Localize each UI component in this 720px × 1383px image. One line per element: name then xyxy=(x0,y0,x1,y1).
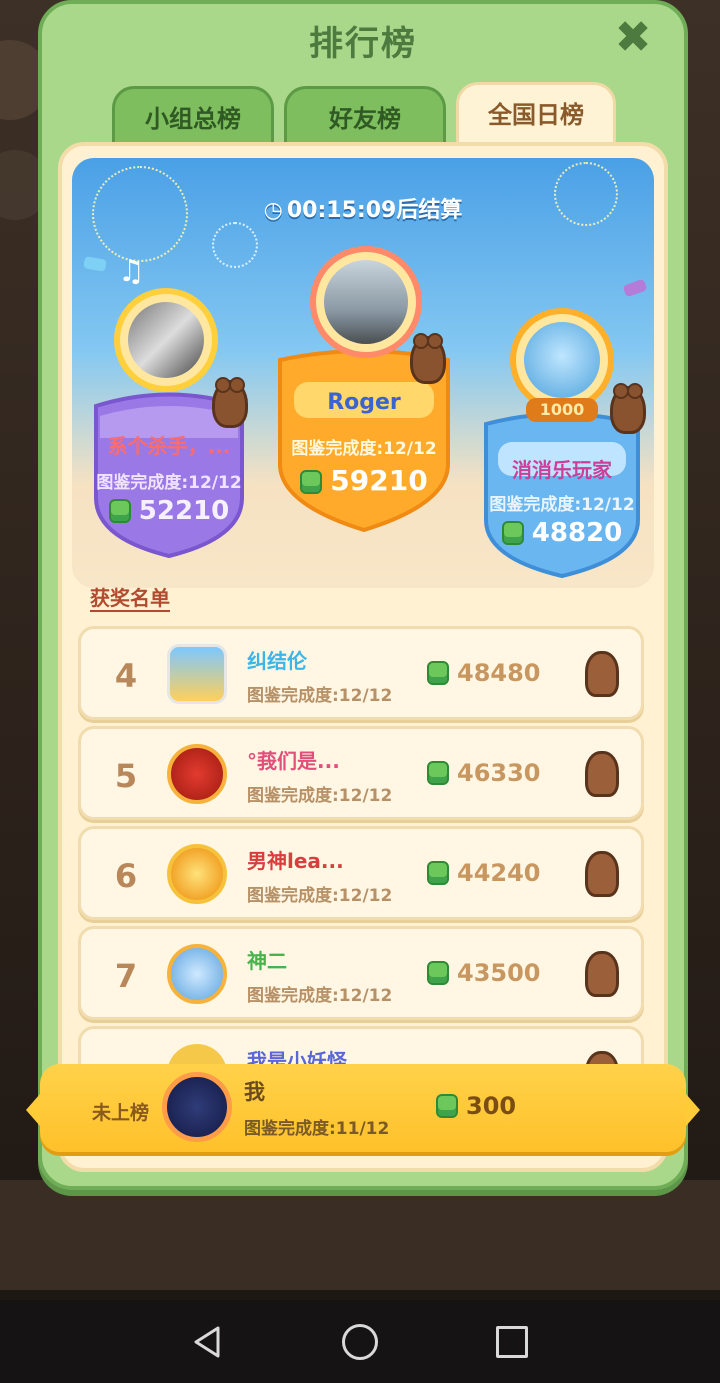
avatar xyxy=(167,744,227,804)
bear-reward-icon xyxy=(585,751,619,797)
firework-decoration xyxy=(212,222,258,268)
podium-third[interactable]: 1000 消消乐玩家 图鉴完成度:12/12 48820 xyxy=(476,308,648,578)
tab-friends[interactable]: 好友榜 xyxy=(284,86,446,148)
rank-number: 6 xyxy=(114,857,138,895)
player-score: 48480 xyxy=(427,659,541,687)
bear-reward-icon xyxy=(585,651,619,697)
podium-score: 59210 xyxy=(272,464,456,497)
clock-icon: ◷ xyxy=(263,198,283,223)
awards-list-title: 获奖名单 xyxy=(90,586,170,610)
ranking-list[interactable]: 4 纠结伦 图鉴完成度:12/12 48480 5 °莪们是... 图鉴完成度:… xyxy=(78,626,644,1066)
tab-bar: 小组总榜 好友榜 全国日榜 xyxy=(112,82,622,148)
podium-score: 48820 xyxy=(476,518,648,548)
panel-title: 排行榜 xyxy=(309,24,417,64)
gem-icon xyxy=(108,499,131,523)
avatar xyxy=(167,944,227,1004)
avatar xyxy=(310,246,422,358)
music-note-icon: ♫ xyxy=(118,254,145,289)
gem-icon xyxy=(427,961,449,985)
gem-icon xyxy=(427,661,449,685)
podium-score-value: 52210 xyxy=(138,496,230,526)
settlement-timer: ◷ 00:15:09后结算 xyxy=(72,192,654,224)
rank-number: 5 xyxy=(114,757,138,795)
bear-badge-icon xyxy=(610,383,646,434)
podium-progress: 图鉴完成度:12/12 xyxy=(291,439,437,459)
ranking-row[interactable]: 4 纠结伦 图鉴完成度:12/12 48480 xyxy=(78,626,644,720)
podium-score: 52210 xyxy=(86,496,252,526)
gem-icon xyxy=(427,861,449,885)
my-name: 我 xyxy=(244,1080,265,1104)
rank-number: 4 xyxy=(114,657,138,695)
podium-area: ♫ ◷ 00:15:09后结算 系个杀手，... 图鉴完成度:12/12 5221… xyxy=(72,158,654,588)
player-name: 我是小妖怪... xyxy=(247,1049,370,1066)
ranking-row[interactable]: 我是小妖怪... xyxy=(78,1026,644,1066)
player-name: 神二 xyxy=(247,949,287,973)
ranking-row[interactable]: 5 °莪们是... 图鉴完成度:12/12 46330 xyxy=(78,726,644,820)
player-progress: 图鉴完成度:12/12 xyxy=(247,886,393,906)
rank-number: 7 xyxy=(114,957,138,995)
podium-first[interactable]: Roger 图鉴完成度:12/12 59210 xyxy=(272,242,456,532)
player-progress: 图鉴完成度:12/12 xyxy=(247,786,393,806)
bear-badge-icon xyxy=(212,377,248,428)
bear-badge-icon xyxy=(410,333,446,384)
avatar xyxy=(167,844,227,904)
player-progress: 图鉴完成度:12/12 xyxy=(247,686,393,706)
ranking-row[interactable]: 6 男神lea... 图鉴完成度:12/12 44240 xyxy=(78,826,644,920)
my-progress: 图鉴完成度:11/12 xyxy=(244,1119,390,1139)
gem-icon xyxy=(300,470,323,494)
confetti-decoration xyxy=(622,278,648,298)
my-score: 300 xyxy=(436,1092,516,1120)
my-score-value: 300 xyxy=(466,1092,517,1120)
avatar xyxy=(167,644,227,704)
player-name: 纠结伦 xyxy=(247,649,307,673)
ranking-row[interactable]: 7 神二 图鉴完成度:12/12 43500 xyxy=(78,926,644,1020)
player-score: 46330 xyxy=(427,759,541,787)
player-name: 男神lea... xyxy=(247,849,344,873)
tab-group-total[interactable]: 小组总榜 xyxy=(112,86,274,148)
my-status: 未上榜 xyxy=(92,1102,150,1124)
home-circle-icon[interactable] xyxy=(342,1324,378,1360)
gem-icon xyxy=(427,761,449,785)
podium-score-value: 59210 xyxy=(330,464,428,497)
player-score: 43500 xyxy=(427,959,541,987)
avatar xyxy=(510,308,614,412)
system-navigation-bar xyxy=(0,1300,720,1383)
back-triangle-icon[interactable] xyxy=(188,1322,228,1362)
podium-progress: 图鉴完成度:12/12 xyxy=(96,473,242,493)
player-score-value: 46330 xyxy=(457,759,541,787)
level-badge: 1000 xyxy=(526,398,598,422)
tab-national-daily[interactable]: 全国日榜 xyxy=(456,82,616,148)
bear-reward-icon xyxy=(585,851,619,897)
close-icon[interactable]: ✖ xyxy=(612,16,654,60)
timer-text: 00:15:09后结算 xyxy=(286,198,463,223)
my-ranking-row[interactable]: 未上榜 我 图鉴完成度:11/12 300 xyxy=(26,1064,700,1152)
player-name: °莪们是... xyxy=(247,749,340,773)
background-floor xyxy=(0,1180,720,1290)
player-score-value: 44240 xyxy=(457,859,541,887)
leaderboard-content: ♫ ◷ 00:15:09后结算 系个杀手，... 图鉴完成度:12/12 5221… xyxy=(58,142,668,1172)
podium-second[interactable]: 系个杀手，... 图鉴完成度:12/12 52210 xyxy=(86,288,252,558)
podium-name: 消消乐玩家 xyxy=(512,458,612,482)
recent-square-icon[interactable] xyxy=(496,1326,528,1358)
gem-icon xyxy=(436,1094,458,1118)
player-score-value: 48480 xyxy=(457,659,541,687)
avatar xyxy=(162,1072,232,1142)
player-progress: 图鉴完成度:12/12 xyxy=(247,986,393,1006)
player-score-value: 43500 xyxy=(457,959,541,987)
gem-icon xyxy=(501,521,524,545)
podium-name: 系个杀手，... xyxy=(107,434,231,458)
podium-progress: 图鉴完成度:12/12 xyxy=(489,495,635,515)
avatar xyxy=(167,1044,227,1066)
podium-score-value: 48820 xyxy=(531,518,623,548)
player-score: 44240 xyxy=(427,859,541,887)
podium-name: Roger xyxy=(327,390,401,415)
bear-reward-icon xyxy=(585,951,619,997)
avatar xyxy=(114,288,218,392)
confetti-decoration xyxy=(83,256,107,272)
